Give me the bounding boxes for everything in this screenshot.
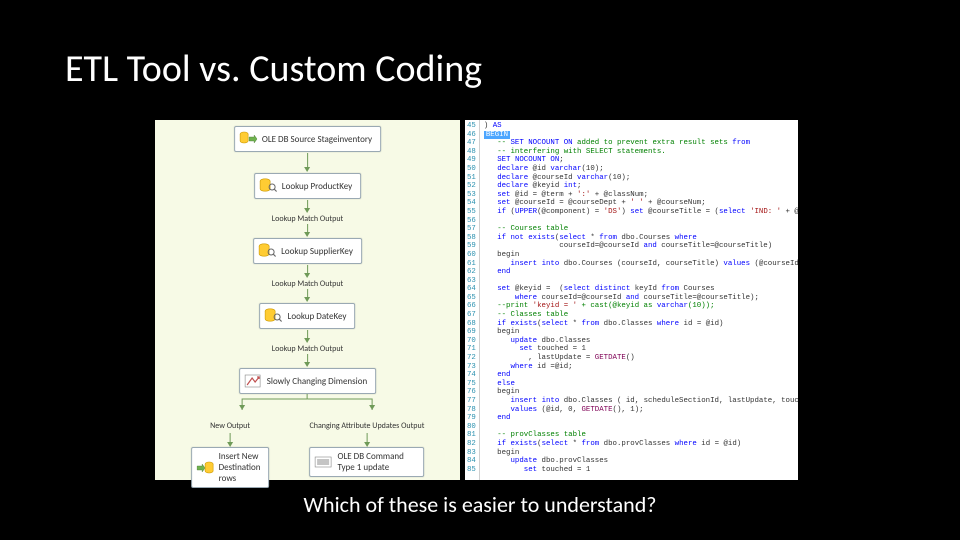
lookup-product-node: Lookup ProductKey <box>254 173 361 199</box>
code-gutter: 45 46 47 48 49 50 51 52 53 54 55 56 57 5… <box>465 120 480 480</box>
arrow-label: New Output <box>210 421 250 431</box>
etl-diagram-panel: OLE DB Source Stageinventory Lookup Prod… <box>155 120 460 480</box>
arrow-label: Lookup Match Output <box>272 344 343 354</box>
slide-caption: Which of these is easier to understand? <box>0 491 960 518</box>
node-label: OLE DB Source Stageinventory <box>262 134 372 145</box>
etl-flow: OLE DB Source Stageinventory Lookup Prod… <box>191 126 425 488</box>
node-label: OLE DB Command Type 1 update <box>338 451 416 473</box>
flow-split: New Output Insert New Destination rows C… <box>191 421 425 488</box>
database-lookup-icon <box>258 243 276 259</box>
scd-node: Slowly Changing Dimension <box>239 368 376 394</box>
arrow-label: Changing Attribute Updates Output <box>310 421 425 431</box>
oledb-command-icon <box>315 454 333 470</box>
flow-arrow <box>363 433 371 447</box>
oledb-source-node: OLE DB Source Stageinventory <box>234 126 381 152</box>
flow-branch-left: New Output Insert New Destination rows <box>191 421 270 488</box>
arrow-label: Lookup Match Output <box>272 279 343 289</box>
flow-arrow: Lookup Match Output <box>272 265 343 302</box>
arrow-label: Lookup Match Output <box>272 214 343 224</box>
split-connector <box>207 394 407 418</box>
database-lookup-icon <box>265 308 283 324</box>
slide: ETL Tool vs. Custom Coding OLE DB Source… <box>0 0 960 540</box>
oledb-command-node: OLE DB Command Type 1 update <box>310 447 425 477</box>
node-label: Lookup SupplierKey <box>281 246 353 257</box>
flow-arrow: Lookup Match Output <box>272 330 343 367</box>
sql-code-panel: 45 46 47 48 49 50 51 52 53 54 55 56 57 5… <box>465 120 798 480</box>
node-label: Insert New Destination rows <box>219 451 261 484</box>
node-label: Lookup DateKey <box>288 311 347 322</box>
flow-arrow <box>304 153 310 172</box>
database-lookup-icon <box>259 178 277 194</box>
node-label: Lookup ProductKey <box>282 181 352 192</box>
insert-destination-node: Insert New Destination rows <box>191 447 270 488</box>
flow-arrow: Lookup Match Output <box>272 200 343 237</box>
etl-diagram: OLE DB Source Stageinventory Lookup Prod… <box>155 120 460 480</box>
scd-icon <box>244 373 262 389</box>
slide-title: ETL Tool vs. Custom Coding <box>65 46 482 92</box>
lookup-date-node: Lookup DateKey <box>260 303 356 329</box>
database-source-icon <box>239 131 257 147</box>
node-label: Slowly Changing Dimension <box>267 376 367 387</box>
lookup-supplier-node: Lookup SupplierKey <box>253 238 362 264</box>
code-body: ) AS BEGIN -- SET NOCOUNT ON added to pr… <box>480 120 798 480</box>
flow-branch-right: Changing Attribute Updates Output OLE DB… <box>310 421 425 488</box>
flow-arrow <box>226 433 234 447</box>
database-destination-icon <box>196 460 214 476</box>
